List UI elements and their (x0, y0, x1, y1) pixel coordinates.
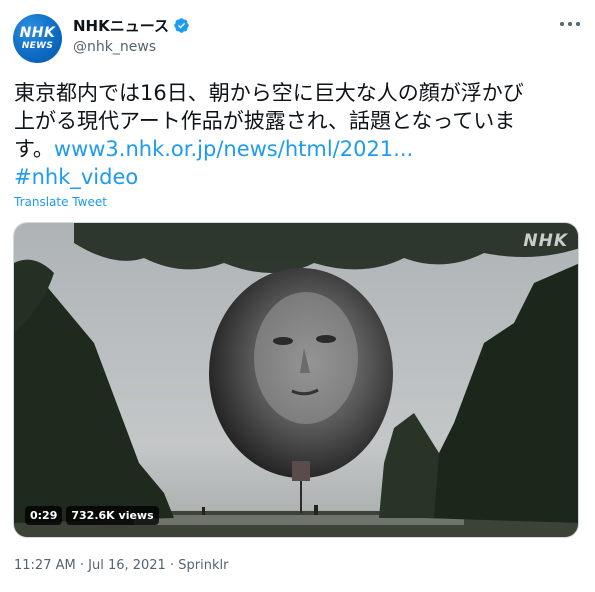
author-handle[interactable]: @nhk_news (73, 39, 156, 55)
video-duration-badge: 0:29 (25, 506, 63, 525)
article-link[interactable]: www3.nhk.or.jp/news/html/2021... (54, 137, 413, 161)
avatar[interactable]: NHK NEWS (13, 14, 62, 63)
tweet: NHK NEWS NHKニュース @nhk_news 東京都内では16日、朝から… (0, 0, 595, 592)
video-player[interactable]: NHK 0:29 732.6K views (13, 222, 579, 538)
tweet-text: 東京都内では16日、朝から空に巨大な人の顔が浮かび 上がる現代アート作品が披露さ… (14, 79, 589, 191)
tweet-meta: 11:27 AM · Jul 16, 2021 · Sprinklr (14, 558, 228, 573)
hashtag-link[interactable]: #nhk_video (14, 165, 138, 189)
tweet-text-line: 東京都内では16日、朝から空に巨大な人の顔が浮かび (14, 81, 524, 105)
meta-separator: · (75, 558, 89, 573)
author-name-row: NHKニュース (73, 15, 190, 35)
tweet-source-link[interactable]: Sprinklr (178, 558, 228, 573)
tweet-text-line: 上がる現代アート作品が披露され、話題となっていま (14, 109, 516, 133)
nhk-watermark-logo: NHK (523, 231, 568, 251)
video-badges: 0:29 732.6K views (25, 506, 159, 525)
tweet-text-line: #nhk_video (14, 163, 589, 191)
video-frame-thumbnail (14, 223, 578, 537)
verified-badge-icon (174, 17, 189, 33)
avatar-logo-nhk: NHK (19, 25, 56, 41)
tweet-text-line: す。www3.nhk.or.jp/news/html/2021... (14, 135, 589, 163)
tweet-text-line-end: す。 (14, 137, 54, 161)
meta-separator: · (165, 558, 179, 573)
avatar-logo-news: NEWS (21, 41, 54, 51)
translate-tweet-link[interactable]: Translate Tweet (14, 195, 107, 209)
tweet-time-link[interactable]: 11:27 AM (14, 558, 76, 573)
more-options-icon[interactable] (558, 16, 582, 32)
video-views-badge: 732.6K views (66, 506, 159, 525)
tweet-date-link[interactable]: Jul 16, 2021 (88, 558, 166, 573)
author-display-name[interactable]: NHKニュース (73, 15, 169, 36)
